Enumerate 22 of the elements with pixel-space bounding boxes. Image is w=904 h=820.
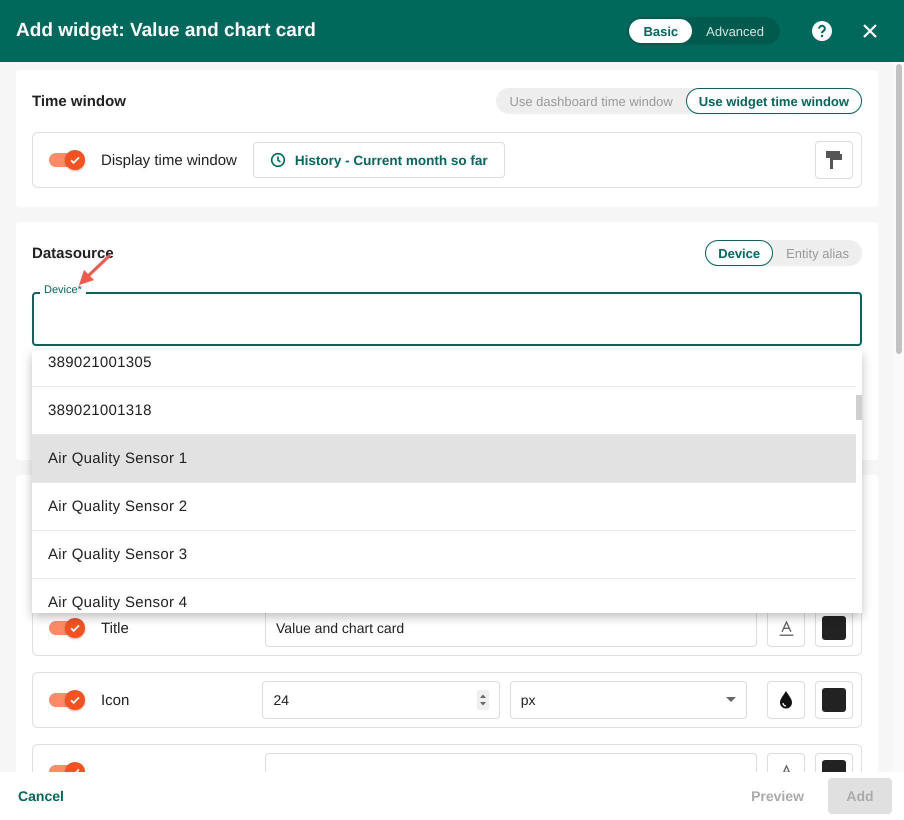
dropdown-option[interactable]: Air Quality Sensor 3 [32, 531, 856, 579]
field-value: 24 [273, 692, 290, 708]
section-title: Time window [32, 92, 126, 110]
field-value: Value and chart card [276, 620, 404, 636]
dropdown-option[interactable]: Air Quality Sensor 1 [32, 435, 856, 483]
field-label: Device* [40, 284, 86, 296]
row-label: Title [101, 620, 130, 636]
section-title: Datasource [32, 244, 114, 262]
dialog-title: Add widget: Value and chart card [16, 20, 316, 42]
toggle-label: Display time window [101, 152, 237, 168]
number-field[interactable]: 24 [262, 681, 500, 719]
time-window-button[interactable]: History - Current month so far [252, 142, 505, 178]
row-label: Icon [101, 692, 130, 708]
cancel-button[interactable]: Cancel [18, 788, 64, 804]
field-value: px [520, 692, 536, 708]
unit-select[interactable]: px [510, 681, 747, 719]
toggle-option[interactable]: Device [705, 240, 774, 266]
dropdown-option[interactable]: 389021001305 [32, 350, 856, 387]
dropdown-option[interactable]: Air Quality Sensor 2 [32, 483, 856, 531]
toggle-option[interactable]: Use widget time window [686, 88, 862, 114]
toggle-option[interactable]: Advanced [692, 19, 778, 43]
toggle-option[interactable]: Basic [629, 19, 692, 43]
